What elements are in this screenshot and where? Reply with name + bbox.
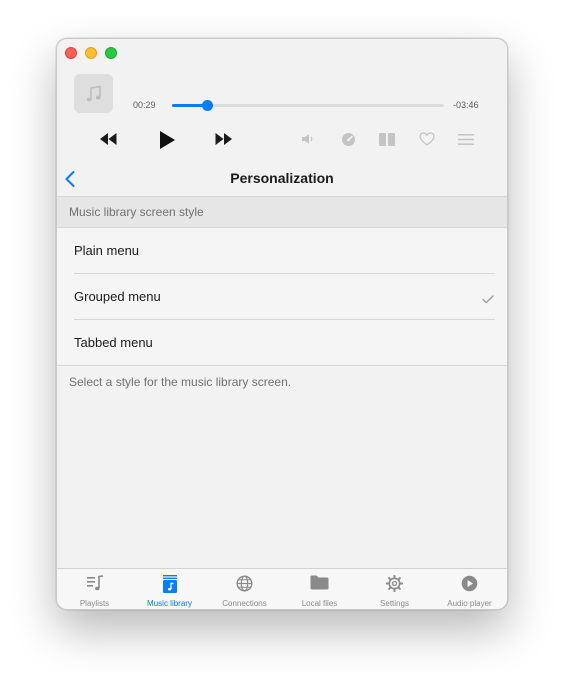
app-window: 00:29 -03:46 Personalization Music libra… bbox=[56, 38, 508, 610]
option-tabbed-menu[interactable]: Tabbed menu bbox=[57, 320, 507, 366]
style-options-list: Plain menu Grouped menu Tabbed menu bbox=[57, 228, 507, 366]
speed-icon bbox=[341, 132, 355, 146]
checkmark-icon bbox=[482, 291, 494, 309]
tab-connections[interactable]: Connections bbox=[207, 569, 282, 609]
close-window-button[interactable] bbox=[65, 47, 77, 59]
option-plain-menu[interactable]: Plain menu bbox=[57, 228, 507, 274]
gear-icon bbox=[386, 575, 403, 592]
tab-label: Music library bbox=[147, 599, 192, 608]
playback-speed-button[interactable] bbox=[339, 130, 357, 148]
tab-label: Audio player bbox=[447, 599, 492, 608]
queue-menu-button[interactable] bbox=[457, 130, 475, 148]
playback-progress-slider[interactable] bbox=[172, 100, 444, 111]
folder-icon bbox=[310, 575, 329, 590]
album-artwork bbox=[74, 74, 113, 113]
option-label: Grouped menu bbox=[74, 289, 161, 304]
option-label: Tabbed menu bbox=[74, 335, 153, 350]
volume-icon bbox=[302, 134, 313, 144]
equalizer-button[interactable] bbox=[378, 130, 396, 148]
play-icon bbox=[160, 131, 175, 149]
heart-icon bbox=[419, 132, 435, 146]
page-title: Personalization bbox=[230, 170, 334, 186]
option-grouped-menu[interactable]: Grouped menu bbox=[57, 274, 507, 320]
window-controls bbox=[65, 47, 117, 59]
rewind-icon bbox=[99, 133, 116, 145]
section-header: Music library screen style bbox=[57, 197, 507, 228]
section-footer: Select a style for the music library scr… bbox=[69, 375, 292, 389]
tab-label: Local files bbox=[301, 599, 338, 608]
favorite-button[interactable] bbox=[418, 130, 436, 148]
globe-icon bbox=[236, 575, 253, 592]
music-library-icon bbox=[162, 575, 177, 593]
tab-label: Playlists bbox=[79, 599, 110, 608]
tab-bar: Playlists Music library Connections Loca… bbox=[57, 568, 507, 609]
tab-music-library[interactable]: Music library bbox=[132, 569, 207, 609]
playlist-icon bbox=[86, 575, 103, 591]
menu-icon bbox=[458, 133, 474, 145]
play-circle-icon bbox=[461, 575, 478, 592]
tab-settings[interactable]: Settings bbox=[357, 569, 432, 609]
tab-label: Settings bbox=[380, 599, 409, 608]
volume-button[interactable] bbox=[299, 130, 317, 148]
progress-knob[interactable] bbox=[202, 100, 214, 111]
zoom-window-button[interactable] bbox=[105, 47, 117, 59]
music-note-icon bbox=[86, 85, 101, 101]
fast-forward-icon bbox=[215, 133, 232, 145]
tab-audio-player[interactable]: Audio player bbox=[432, 569, 507, 609]
tab-local-files[interactable]: Local files bbox=[282, 569, 357, 609]
elapsed-time: 00:29 bbox=[133, 100, 156, 110]
remaining-time: -03:46 bbox=[453, 100, 479, 110]
equalizer-icon bbox=[379, 132, 395, 146]
rewind-button[interactable] bbox=[99, 130, 117, 148]
tab-label: Connections bbox=[222, 599, 267, 608]
tab-playlists[interactable]: Playlists bbox=[57, 569, 132, 609]
play-button[interactable] bbox=[157, 130, 177, 150]
fast-forward-button[interactable] bbox=[214, 130, 232, 148]
section-header-label: Music library screen style bbox=[69, 205, 204, 219]
minimize-window-button[interactable] bbox=[85, 47, 97, 59]
option-label: Plain menu bbox=[74, 243, 140, 258]
